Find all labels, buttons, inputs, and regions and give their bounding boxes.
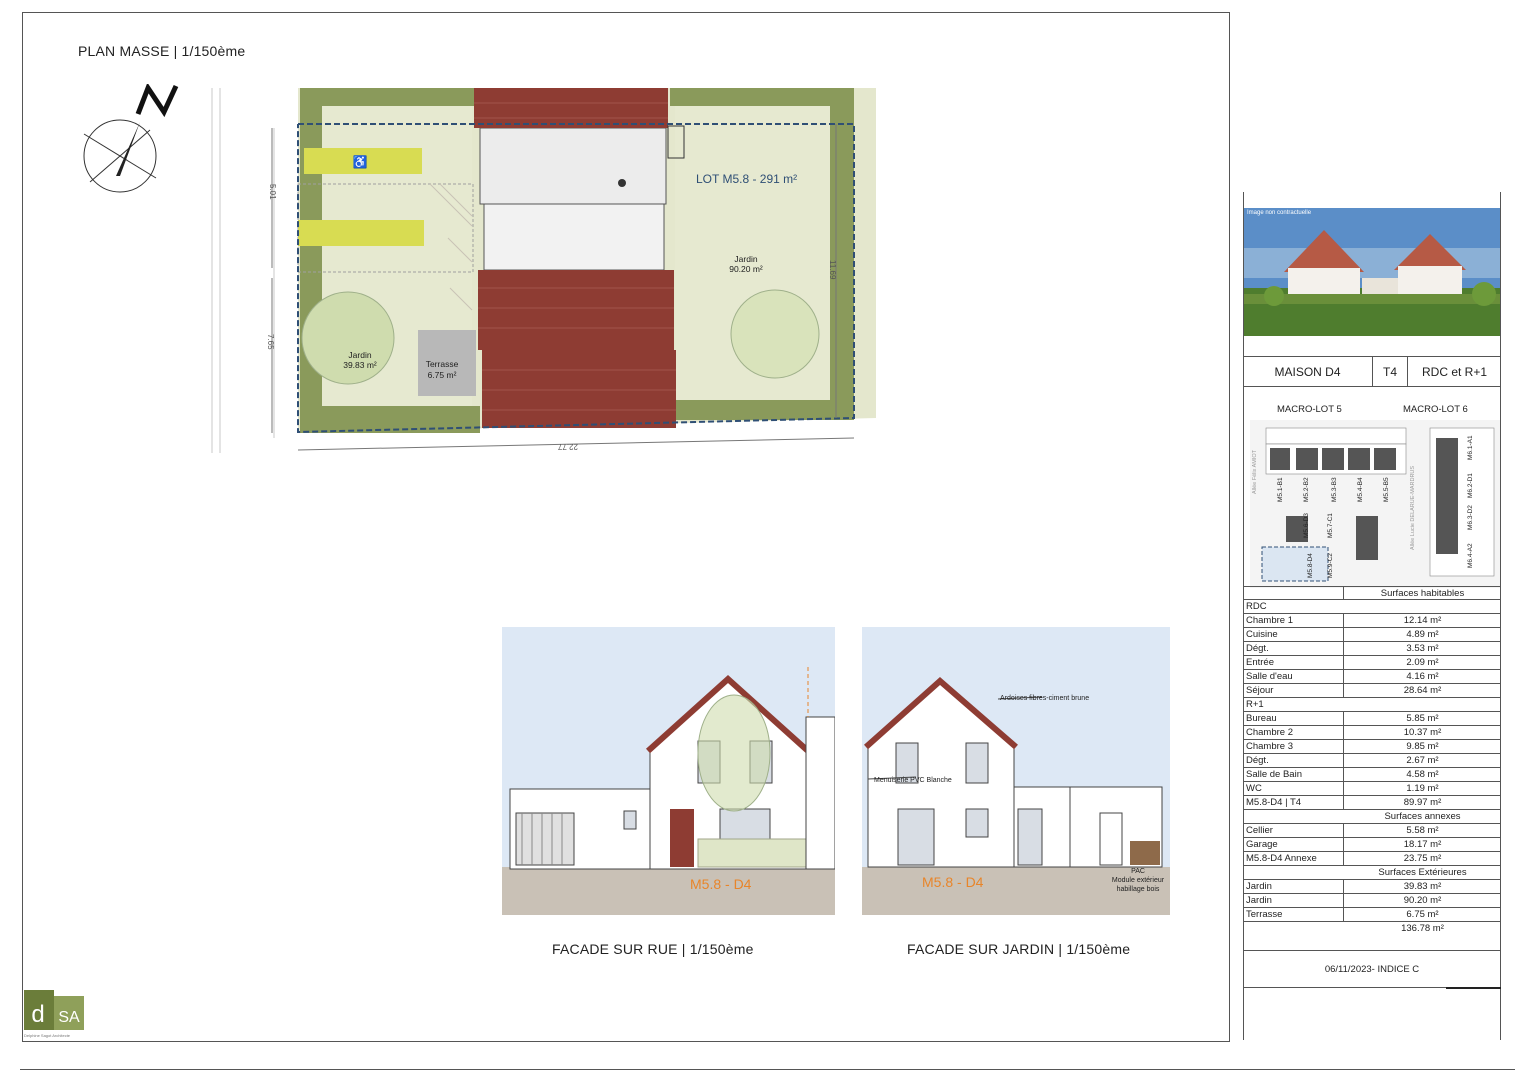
macro-lot-5: MACRO-LOT 5 (1277, 404, 1342, 415)
rdc-header: RDC (1243, 600, 1501, 614)
table-row: Salle d'eau 4.16 m² (1243, 670, 1501, 684)
house-render-image: Image non contractuelle (1244, 208, 1500, 336)
date-tab-rule (1446, 987, 1501, 989)
lot-m53: M5.3-B3 (1331, 477, 1338, 502)
jardin-tag: M5.8 - D4 (922, 874, 984, 890)
street-felix-amiot: Allée Félix AMIOT (1252, 449, 1258, 494)
svg-text:SA: SA (58, 1009, 80, 1026)
lot-m64: M6.4-A2 (1467, 543, 1474, 568)
total-row: 136.78 m² (1401, 923, 1444, 934)
house-type: T4 (1373, 357, 1408, 386)
garden-big-label: Jardin (734, 254, 757, 264)
lot-m61: M6.1-A1 (1467, 435, 1474, 460)
street-facade-caption: FACADE SUR RUE | 1/150ème (552, 941, 754, 957)
table-row: Entrée 2.09 m² (1243, 656, 1501, 670)
logo-subtitle: Delphine Sagot Architecte (24, 1033, 71, 1038)
pac-note-3: habillage bois (1117, 886, 1160, 893)
house-levels: RDC et R+1 (1421, 364, 1488, 379)
dim-bottom: 22.77 (557, 442, 578, 451)
site-plan-title: PLAN MASSE | 1/150ème (78, 43, 246, 59)
rue-tag: M5.8 - D4 (690, 876, 752, 892)
key-map-drawing: M5.1-B1 M5.2-B2 M5.3-B3 M5.4-B4 M5.5-B5 … (1250, 420, 1500, 588)
table-row: Cuisine 4.89 m² (1243, 628, 1501, 642)
svg-text:d: d (31, 1001, 44, 1028)
table-row: Chambre 3 9.85 m² (1243, 740, 1501, 754)
habitable-header: Surfaces habitables (1243, 586, 1501, 600)
table-row: Chambre 1 12.14 m² (1243, 614, 1501, 628)
lot-m59: M5.9-C2 (1327, 553, 1334, 578)
svg-text:♿: ♿ (353, 155, 368, 169)
image-note: Image non contractuelle (1247, 210, 1312, 216)
table-row: Salle de Bain 4.58 m² (1243, 768, 1501, 782)
lot-m55: M5.5-B5 (1383, 477, 1390, 502)
dim-left: 7.65 (266, 334, 275, 350)
joinery-note: Menuiserie PVC Blanche (874, 777, 952, 784)
lot-m58: M5.8-D4 (1307, 553, 1314, 578)
garden-small-label: Jardin (348, 350, 371, 360)
lot-label: LOT M5.8 - 291 m² (696, 172, 797, 186)
lot-m56: M5.6-D3 (1303, 513, 1310, 538)
bottom-rule (20, 1069, 1515, 1070)
dim-top: 5.01 (268, 184, 277, 200)
dim-right: 11.69 (828, 260, 837, 280)
dsa-logo: d SA (24, 990, 84, 1030)
site-plan-drawing: ♿ 5.01 7.65 11.69 22.77 LOT M5.8 - 291 m… (211, 88, 876, 453)
garden-facade-drawing: Ardoises fibres-ciment brune Menuiserie … (862, 627, 1170, 915)
table-row: Séjour 28.64 m² (1243, 684, 1501, 698)
garden-small-area: 39.83 m² (343, 360, 377, 370)
garden-big-area: 90.20 m² (729, 264, 763, 274)
table-row: M5.8-D4 | T4 89.97 m² (1243, 796, 1501, 810)
table-row: Jardin 39.83 m² (1243, 880, 1501, 894)
table-row: Chambre 2 10.37 m² (1243, 726, 1501, 740)
north-arrow-icon (83, 84, 179, 193)
lot-m52: M5.2-B2 (1303, 477, 1310, 502)
r1-header: R+1 (1243, 698, 1501, 712)
garden-facade-caption: FACADE SUR JARDIN | 1/150ème (907, 941, 1131, 957)
table-row: Garage 18.17 m² (1243, 838, 1501, 852)
street-facade-drawing: M5.8 - D4 (502, 627, 835, 915)
house-header: MAISON D4 T4 RDC et R+1 (1243, 356, 1501, 387)
roof-note: Ardoises fibres-ciment brune (1000, 695, 1089, 702)
lot-m63: M6.3-D2 (1467, 505, 1474, 530)
lot-m57: M5.7-C1 (1327, 513, 1334, 538)
surfaces-table: Surfaces habitables RDC Chambre 1 12.14 m… (1243, 586, 1501, 936)
macro-lot-6: MACRO-LOT 6 (1403, 404, 1468, 415)
lot-m51: M5.1-B1 (1277, 477, 1284, 502)
ext-header: Surfaces Extérieures (1243, 866, 1501, 880)
terrace-area: 6.75 m² (428, 370, 457, 380)
annex-header: Surfaces annexes (1243, 810, 1501, 824)
lot-m62: M6.2-D1 (1467, 473, 1474, 498)
table-row: Cellier 5.58 m² (1243, 824, 1501, 838)
table-row: Dégt. 3.53 m² (1243, 642, 1501, 656)
pac-note-2: Module extérieur (1112, 877, 1165, 884)
table-row: Dégt. 2.67 m² (1243, 754, 1501, 768)
pac-note-1: PAC (1131, 868, 1145, 875)
house-name: MAISON D4 (1243, 357, 1373, 386)
revision-date: 06/11/2023- INDICE C (1243, 950, 1501, 988)
terrace-label: Terrasse (426, 359, 459, 369)
street-lucie-delarue: Allée Lucie DELARUE-MARDRUS (1410, 466, 1416, 550)
table-row: M5.8-D4 Annexe 23.75 m² (1243, 852, 1501, 866)
table-row: Jardin 90.20 m² (1243, 894, 1501, 908)
table-row: Bureau 5.85 m² (1243, 712, 1501, 726)
table-row: Terrasse 6.75 m² (1243, 908, 1501, 922)
lot-m54: M5.4-B4 (1357, 477, 1364, 502)
table-row: WC 1.19 m² (1243, 782, 1501, 796)
